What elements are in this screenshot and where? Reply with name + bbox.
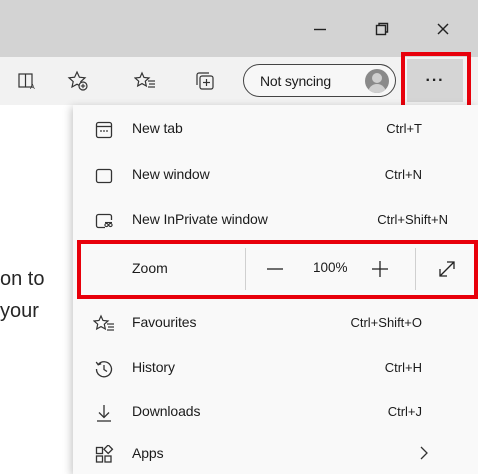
immersive-reader-button[interactable]: A (14, 69, 40, 93)
menu-item-label: New tab (132, 120, 183, 136)
menu-item-label: Apps (132, 445, 164, 461)
menu-item-shortcut: Ctrl+J (387, 404, 422, 419)
menu-item-label: New window (132, 166, 210, 182)
menu-item-new-tab[interactable]: New tab Ctrl+T (73, 109, 478, 149)
menu-item-history[interactable]: History Ctrl+H (73, 348, 478, 388)
close-icon (437, 23, 449, 35)
history-icon (93, 358, 115, 380)
menu-item-new-inprivate-window[interactable]: New InPrivate window Ctrl+Shift+N (73, 200, 478, 240)
restore-icon (375, 22, 389, 36)
svg-text:A: A (30, 83, 35, 91)
highlight-zoom-row (77, 240, 478, 299)
menu-item-favourites[interactable]: Favourites Ctrl+Shift+O (73, 303, 478, 343)
menu-item-shortcut: Ctrl+H (384, 360, 422, 375)
menu-item-new-window[interactable]: New window Ctrl+N (73, 155, 478, 195)
sync-status-label: Not syncing (260, 72, 331, 89)
close-button[interactable] (420, 14, 466, 44)
minimize-button[interactable] (297, 14, 343, 44)
favourites-bar-icon (134, 71, 155, 88)
immersive-reader-icon: A (18, 73, 35, 91)
minimize-icon (314, 28, 326, 31)
restore-button[interactable] (359, 14, 405, 44)
new-tab-icon (93, 119, 115, 141)
favourites-icon (93, 313, 115, 335)
menu-item-label: History (132, 359, 175, 375)
menu-item-downloads[interactable]: Downloads Ctrl+J (73, 392, 478, 432)
menu-item-shortcut: Ctrl+N (384, 167, 422, 182)
avatar (365, 69, 389, 93)
title-bar (0, 0, 478, 57)
downloads-icon (93, 402, 115, 424)
menu-item-shortcut: Ctrl+T (386, 121, 422, 136)
page-text-line-2: your (0, 300, 39, 322)
apps-icon (93, 444, 115, 466)
collections-button[interactable] (192, 69, 218, 93)
chevron-right-icon (418, 444, 430, 467)
collections-icon (196, 72, 214, 90)
page-text-line-1: on to (0, 268, 45, 290)
profile-sync-button[interactable]: Not syncing (243, 64, 396, 97)
add-favourite-button[interactable] (65, 69, 91, 93)
menu-item-apps[interactable]: Apps (73, 434, 478, 474)
menu-item-label: New InPrivate window (132, 211, 268, 227)
menu-item-label: Downloads (132, 403, 201, 419)
add-favourite-icon (67, 70, 88, 91)
menu-item-shortcut: Ctrl+Shift+O (350, 315, 422, 330)
inprivate-icon (93, 210, 115, 232)
new-window-icon (93, 165, 115, 187)
favourites-button[interactable] (132, 69, 158, 93)
menu-item-shortcut: Ctrl+Shift+N (377, 212, 448, 227)
menu-item-label: Favourites (132, 314, 197, 330)
